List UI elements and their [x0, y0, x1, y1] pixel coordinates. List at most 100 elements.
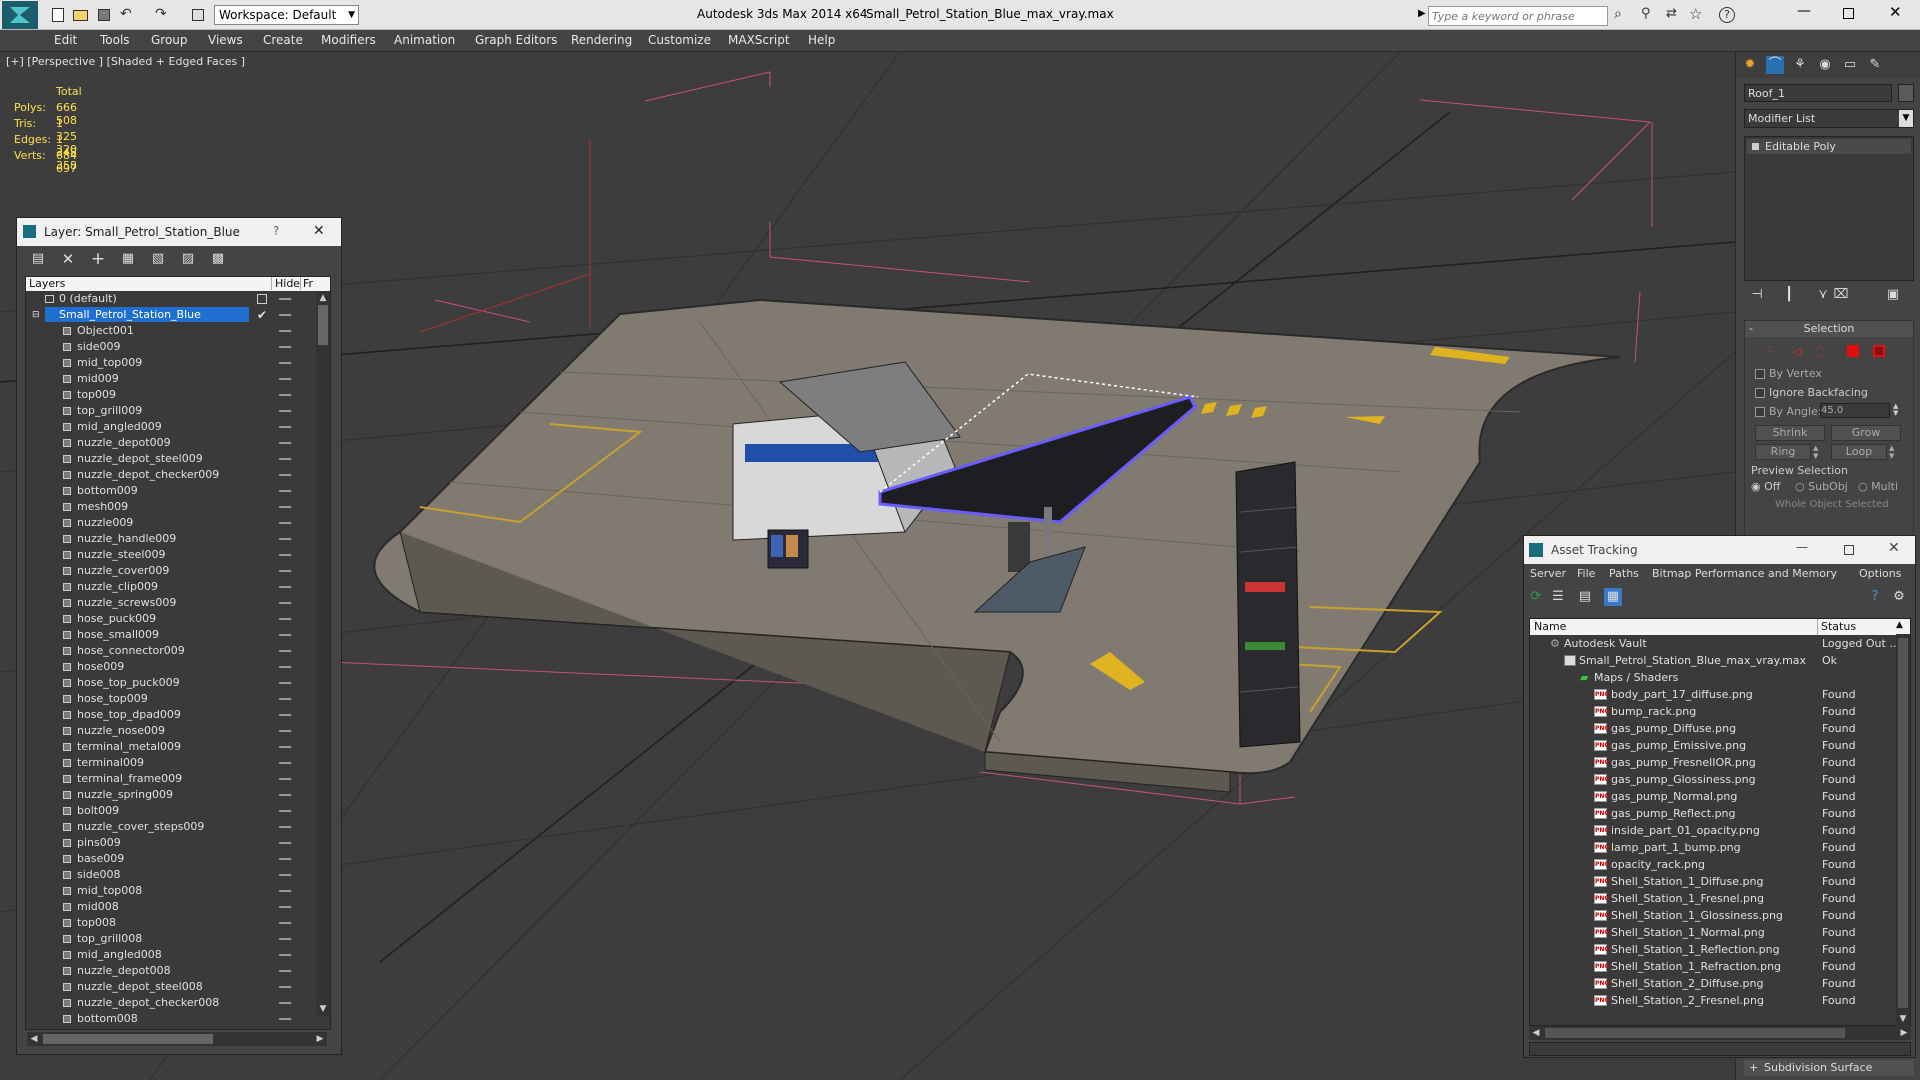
vertex-icon[interactable]: ∴ — [1767, 345, 1773, 356]
layer-object-row[interactable]: mid_angled008 — [27, 947, 291, 963]
hide-toggle[interactable] — [279, 586, 291, 588]
show-end-result-icon[interactable]: ┃ — [1780, 286, 1798, 304]
minimize-icon[interactable]: — — [1797, 3, 1811, 19]
layer-object-row[interactable]: nuzzle_depot_checker009 — [27, 467, 291, 483]
layer-object-row[interactable]: nuzzle_clip009 — [27, 579, 291, 595]
layer-list-hscrollbar[interactable]: ◀ ▶ — [27, 1032, 327, 1046]
layer-object-row[interactable]: base009 — [27, 851, 291, 867]
settings-icon[interactable]: ⚙ — [1890, 588, 1908, 606]
hide-toggle[interactable] — [279, 858, 291, 860]
minimize-icon[interactable]: — — [1796, 540, 1808, 554]
preview-off-radio[interactable]: ◉ Off — [1751, 480, 1780, 493]
layer-object-row[interactable]: terminal_frame009 — [27, 771, 291, 787]
hide-toggle[interactable] — [279, 762, 291, 764]
menu-paths[interactable]: Paths — [1609, 567, 1639, 580]
open-file-icon[interactable] — [73, 10, 88, 21]
asset-row[interactable]: PNG gas_pump_Diffuse.png Found — [1530, 720, 1902, 737]
by-vertex-option[interactable]: By Vertex — [1755, 367, 1822, 380]
hide-toggle[interactable] — [279, 826, 291, 828]
asset-row[interactable]: PNG gas_pump_Emissive.png Found — [1530, 737, 1902, 754]
hide-toggle[interactable] — [279, 618, 291, 620]
layer-object-row[interactable]: nuzzle_nose009 — [27, 723, 291, 739]
layer-object-row[interactable]: pins009 — [27, 835, 291, 851]
scroll-right-icon[interactable]: ▶ — [313, 1032, 327, 1046]
viewport-label[interactable]: [+] [Perspective ] [Shaded + Edged Faces… — [6, 55, 245, 68]
element-icon[interactable] — [1873, 345, 1885, 357]
configure-sets-icon[interactable]: ▣ — [1884, 286, 1902, 304]
layer-object-row[interactable]: nuzzle_steel009 — [27, 547, 291, 563]
asset-row[interactable]: PNG body_part_17_diffuse.png Found — [1530, 686, 1902, 703]
remove-modifier-icon[interactable]: ⌧ — [1832, 286, 1850, 304]
menu-file[interactable]: File — [1577, 567, 1595, 580]
hide-toggle[interactable] — [279, 938, 291, 940]
hide-toggle[interactable] — [279, 410, 291, 412]
asset-row[interactable]: PNG inside_part_01_opacity.png Found — [1530, 822, 1902, 839]
sort-up-icon[interactable]: ▲ — [1896, 620, 1903, 630]
grow-button[interactable]: Grow — [1831, 425, 1901, 441]
refresh-icon[interactable]: ⟳ — [1527, 588, 1545, 606]
hide-toggle[interactable] — [279, 970, 291, 972]
asset-row-file[interactable]: Small_Petrol_Station_Blue_max_vray.max O… — [1530, 652, 1902, 669]
close-icon[interactable]: ✕ — [1889, 3, 1902, 21]
scroll-left-icon[interactable]: ◀ — [27, 1032, 41, 1046]
list-view-icon[interactable]: ☰ — [1549, 588, 1567, 606]
layer-object-row[interactable]: nuzzle_depot_steel009 — [27, 451, 291, 467]
layer-object-row[interactable]: terminal009 — [27, 755, 291, 771]
hide-toggle[interactable] — [279, 330, 291, 332]
tree-view-icon[interactable]: ▤ — [1576, 588, 1594, 606]
hide-toggle[interactable] — [279, 890, 291, 892]
col-layers[interactable]: Layers — [29, 277, 65, 290]
search-input[interactable] — [1428, 6, 1608, 26]
layer-object-row[interactable]: hose_top_puck009 — [27, 675, 291, 691]
menu-modifiers[interactable]: Modifiers — [321, 33, 376, 47]
hide-toggle[interactable] — [279, 922, 291, 924]
checkbox[interactable] — [1755, 388, 1765, 398]
add-selection-icon[interactable]: + — [89, 250, 107, 268]
asset-row[interactable]: PNG bump_rack.png Found — [1530, 703, 1902, 720]
hide-toggle[interactable] — [279, 394, 291, 396]
create-layer-icon[interactable]: ▤ — [29, 250, 47, 268]
asset-row[interactable]: PNG Shell_Station_1_Refraction.png Found — [1530, 958, 1902, 975]
asset-row[interactable]: PNG Shell_Station_2_Fresnel.png Found — [1530, 992, 1902, 1009]
help-icon[interactable]: ? — [273, 224, 279, 238]
asset-vscrollbar[interactable]: ▼ — [1896, 634, 1910, 1026]
menu-options[interactable]: Options — [1859, 567, 1901, 580]
display-tab-icon[interactable]: ▭ — [1841, 56, 1859, 74]
layer-object-row[interactable]: nuzzle_depot008 — [27, 963, 291, 979]
menu-tools[interactable]: Tools — [100, 33, 130, 47]
hide-toggle[interactable] — [279, 906, 291, 908]
undo-icon[interactable]: ↶ — [120, 6, 132, 22]
scroll-down-icon[interactable]: ▼ — [1896, 1012, 1910, 1026]
scroll-left-icon[interactable]: ◀ — [1529, 1026, 1543, 1040]
by-angle-option[interactable]: By Angle: — [1755, 405, 1822, 418]
hide-toggle[interactable] — [279, 650, 291, 652]
layer-object-row[interactable]: top008 — [27, 915, 291, 931]
layer-object-row[interactable]: Object001 — [27, 323, 291, 339]
motion-tab-icon[interactable]: ◉ — [1816, 56, 1834, 74]
hide-toggle[interactable] — [279, 1018, 291, 1020]
layer-object-row[interactable]: hose_connector009 — [27, 643, 291, 659]
stack-item[interactable]: Editable Poly — [1747, 139, 1911, 154]
edge-icon[interactable]: ◁ — [1793, 345, 1801, 358]
save-icon[interactable] — [98, 9, 110, 21]
select-objects-icon[interactable]: ▦ — [119, 250, 137, 268]
modify-tab-icon[interactable]: ⌒ — [1766, 56, 1784, 74]
layer-object-row[interactable]: nuzzle_handle009 — [27, 531, 291, 547]
menu-graph-editors[interactable]: Graph Editors — [475, 33, 557, 47]
new-file-icon[interactable] — [52, 8, 64, 22]
col-name[interactable]: Name — [1534, 620, 1566, 633]
hide-toggle[interactable] — [279, 298, 291, 300]
layer-object-row[interactable]: hose_small009 — [27, 627, 291, 643]
hide-toggle[interactable] — [279, 490, 291, 492]
layer-object-row[interactable]: nuzzle_depot009 — [27, 435, 291, 451]
layer-object-row[interactable]: nuzzle_spring009 — [27, 787, 291, 803]
asset-row[interactable]: PNG Shell_Station_1_Normal.png Found — [1530, 924, 1902, 941]
hide-all-icon[interactable]: ▨ — [179, 250, 197, 268]
hide-toggle[interactable] — [279, 346, 291, 348]
scroll-down-icon[interactable]: ▼ — [316, 1002, 330, 1016]
selection-header[interactable]: - Selection — [1745, 321, 1913, 337]
hierarchy-tab-icon[interactable]: ⚘ — [1791, 56, 1809, 74]
menu-group[interactable]: Group — [151, 33, 188, 47]
layer-object-row[interactable]: nuzzle_depot_checker008 — [27, 995, 291, 1011]
exchange-icon[interactable]: ⇄ — [1666, 6, 1677, 21]
